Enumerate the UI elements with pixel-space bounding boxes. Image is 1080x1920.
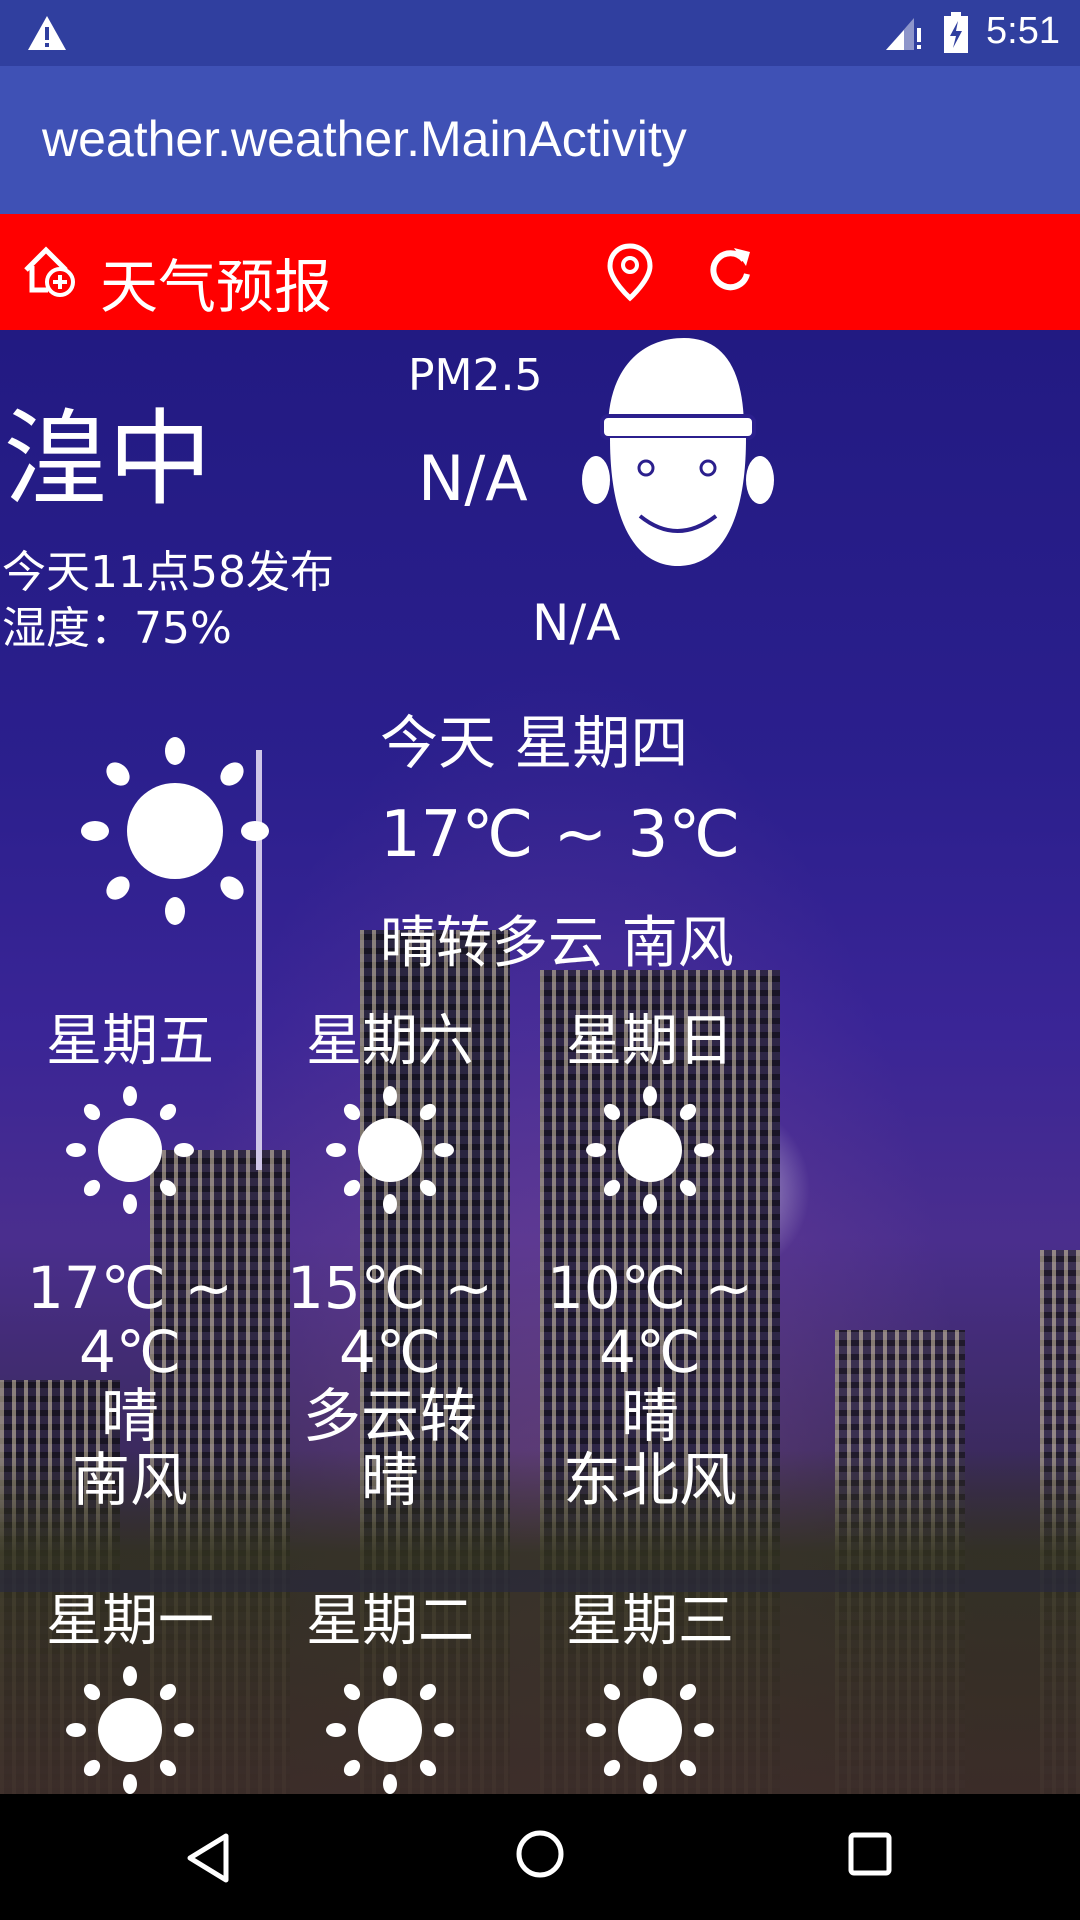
forecast-item: 星期一 — [0, 1576, 260, 1794]
home-icon[interactable] — [514, 1828, 566, 1880]
add-city-icon[interactable] — [22, 244, 78, 298]
today-temp-range: 17℃ ~ 3℃ — [380, 798, 741, 872]
forecast-day: 星期三 — [566, 1589, 734, 1654]
recents-icon[interactable] — [846, 1830, 894, 1878]
humidity: 湿度：75% — [2, 603, 232, 654]
sun-icon — [66, 1086, 194, 1214]
forecast-day: 星期六 — [306, 1009, 474, 1074]
forecast-wind: 南风 — [71, 1446, 188, 1514]
status-bar: 5:51 — [0, 0, 1080, 66]
forecast-item: 星期五 17℃ ~ 4℃ 晴 南风 — [0, 996, 260, 1512]
forecast-weather: 多云转 — [302, 1382, 477, 1450]
forecast-day: 星期一 — [46, 1589, 214, 1654]
sun-icon — [586, 1086, 714, 1214]
forecast-weather: 晴 — [620, 1382, 679, 1450]
sun-icon — [586, 1666, 714, 1794]
forecast-wind: 晴 — [360, 1446, 419, 1514]
forecast-temp-high: 17℃ ~ — [27, 1254, 233, 1322]
forecast-weather: 晴 — [100, 1382, 159, 1450]
sun-icon — [81, 737, 269, 925]
forecast-day: 星期五 — [46, 1009, 214, 1074]
forecast-temp-low: 4℃ — [598, 1318, 702, 1386]
today-day: 今天 星期四 — [380, 709, 689, 777]
forecast-day: 星期二 — [306, 1589, 474, 1654]
forecast-temp-high: 15℃ ~ — [287, 1254, 493, 1322]
city-name: 湟中 — [4, 398, 213, 520]
sun-icon — [66, 1666, 194, 1794]
forecast-day: 星期日 — [566, 1009, 734, 1074]
forecast-item: 星期三 — [520, 1576, 780, 1794]
forecast-item: 星期二 — [260, 1576, 520, 1794]
status-time: 5:51 — [986, 10, 1060, 52]
air-quality-face-icon — [582, 338, 774, 566]
today-description: 晴转多云 南风 — [380, 911, 734, 976]
forecast-temp-high: 10℃ ~ — [547, 1254, 753, 1322]
forecast-temp-low: 4℃ — [338, 1318, 442, 1386]
back-icon[interactable] — [182, 1830, 234, 1886]
publish-time: 今天11点58发布 — [2, 547, 334, 598]
battery-charging-icon — [944, 12, 968, 53]
forecast-item: 星期日 10℃ ~ 4℃ 晴 东北风 — [520, 996, 780, 1512]
signal-icon — [886, 18, 921, 50]
refresh-icon[interactable] — [704, 244, 756, 296]
warning-icon — [28, 16, 66, 50]
air-quality-value: N/A — [532, 594, 621, 652]
weather-title-bar: 天气预报 — [0, 214, 1080, 330]
app-bar: weather.weather.MainActivity — [0, 66, 1080, 214]
forecast-item: 星期六 15℃ ~ 4℃ 多云转 晴 — [260, 996, 520, 1512]
weather-content: 湟中 今天11点58发布 湿度：75% PM2.5 N/A N/A 今天 星期四… — [0, 330, 1080, 1794]
pm25-label: PM2.5 — [408, 350, 543, 401]
sun-icon — [326, 1086, 454, 1214]
forecast-temp-low: 4℃ — [78, 1318, 182, 1386]
navigation-bar — [0, 1794, 1080, 1920]
app-title: weather.weather.MainActivity — [42, 111, 687, 167]
page-title: 天气预报 — [100, 253, 333, 321]
sun-icon — [326, 1666, 454, 1794]
pm25-value: N/A — [418, 442, 528, 515]
location-icon[interactable] — [604, 242, 656, 302]
forecast-row: 星期五 17℃ ~ 4℃ 晴 南风 星期六 15℃ ~ 4℃ 多云转 晴 星期日 — [0, 996, 1080, 1590]
forecast-wind: 东北风 — [562, 1446, 737, 1514]
